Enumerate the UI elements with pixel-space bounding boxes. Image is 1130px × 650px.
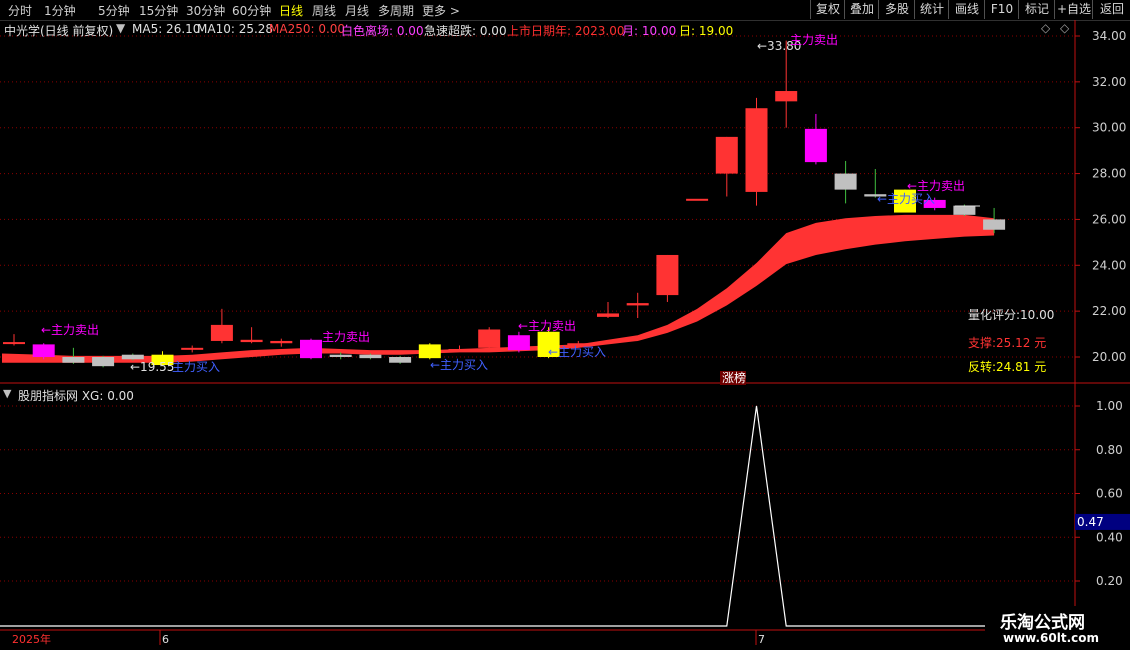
buy-signal-label: ←主力买入 xyxy=(877,192,935,206)
candle-body xyxy=(210,324,233,341)
sell-signal-label: 主力卖出 xyxy=(322,330,370,344)
price-tick-label: 22.00 xyxy=(1092,304,1126,318)
kline-chart: ←主力卖出 主力卖出←主力卖出←主力卖出←19.55主力买入 ←主力买入←主力买入←… xyxy=(0,20,1130,646)
candle-body xyxy=(983,219,1006,230)
candle-body xyxy=(329,354,352,357)
candle-body xyxy=(240,339,263,343)
buy-signal-label: 主力买入 xyxy=(172,360,220,374)
candle-body xyxy=(626,303,649,306)
candle-body xyxy=(62,357,85,363)
support-label: 支撑:25.12 元 xyxy=(968,336,1047,350)
candle-body xyxy=(418,344,441,359)
timeline-label: 7 xyxy=(758,633,765,646)
timeline-label: 2025年 xyxy=(12,632,51,646)
indicator-tick-label: 0.40 xyxy=(1096,530,1123,544)
indicator-title: 股朋指标网 XG: 0.00 xyxy=(18,389,134,403)
candlestick-series xyxy=(3,40,1006,368)
price-tick-label: 24.00 xyxy=(1092,258,1126,272)
candle-body xyxy=(181,347,204,350)
candle-body xyxy=(715,136,738,174)
candle-body xyxy=(3,342,25,345)
candle-body xyxy=(834,173,857,190)
candle-body xyxy=(775,91,798,102)
score-label: 量化评分:10.00 xyxy=(968,308,1055,322)
sell-signal-label: ←主力卖出 xyxy=(907,179,965,193)
min-price-label: ←19.55 xyxy=(130,360,174,374)
candle-body xyxy=(270,340,293,344)
buy-signal-label: ←主力买入 xyxy=(430,358,488,372)
candle-body xyxy=(121,354,144,360)
price-tick-label: 20.00 xyxy=(1092,350,1126,364)
price-tick-label: 30.00 xyxy=(1092,121,1126,135)
sell-signal-label: ←主力卖出 xyxy=(41,323,99,337)
candle-body xyxy=(32,344,55,357)
watermark-brand: 乐淘公式网 xyxy=(1000,613,1085,633)
limit-up-label: 涨榜 xyxy=(722,370,746,385)
indicator-collapse-icon[interactable]: ▼ xyxy=(3,387,11,400)
candle-body xyxy=(597,313,619,317)
candle-body xyxy=(359,354,382,359)
candle-body xyxy=(448,348,471,351)
candle-body xyxy=(953,205,976,215)
price-axis: 34.00 32.00 30.00 28.00 26.00 24.00 22.00 20.00 xyxy=(1075,29,1126,364)
indicator-tick-label: 0.20 xyxy=(1096,574,1123,588)
candle-body xyxy=(686,198,709,201)
candle-body xyxy=(656,254,679,296)
indicator-tick-label: 1.00 xyxy=(1096,399,1123,413)
indicator-current-value: 0.47 xyxy=(1077,515,1104,529)
indicator-tick-label: 0.60 xyxy=(1096,487,1123,501)
reversal-label: 反转:24.81 元 xyxy=(968,360,1047,374)
candle-body xyxy=(478,329,501,348)
candle-body xyxy=(92,357,115,367)
candle-body xyxy=(389,357,412,363)
price-tick-label: 26.00 xyxy=(1092,212,1126,226)
buy-signal-label: ←主力买入 xyxy=(548,345,606,359)
price-tick-label: 32.00 xyxy=(1092,75,1126,89)
candle-body xyxy=(300,339,322,359)
sell-signal-label: 主力卖出 xyxy=(790,33,838,47)
sell-signal-label: ←主力卖出 xyxy=(518,319,576,333)
candle-body xyxy=(745,108,768,192)
watermark: 乐淘公式网 www.60lt.com xyxy=(985,606,1130,650)
annotation-labels: ←主力卖出 主力卖出←主力卖出←主力卖出←19.55主力买入 ←主力买入←主力买入←… xyxy=(41,33,980,385)
timeline-label: 6 xyxy=(162,633,169,646)
xg-series-line xyxy=(0,405,995,627)
price-tick-label: 34.00 xyxy=(1092,29,1126,43)
candle-body xyxy=(507,335,530,351)
price-tick-label: 28.00 xyxy=(1092,167,1126,181)
candle-body xyxy=(804,128,827,163)
indicator-panel: 1.00 0.80 0.60 0.40 0.20 0.47 2025年 6 7 xyxy=(0,399,1130,646)
indicator-tick-label: 0.80 xyxy=(1096,443,1123,457)
watermark-url: www.60lt.com xyxy=(1003,631,1100,645)
